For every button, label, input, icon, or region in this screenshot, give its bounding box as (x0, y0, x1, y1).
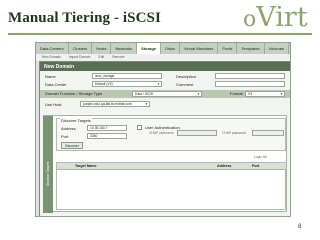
port-input[interactable]: 3260 (87, 133, 127, 139)
discover-targets-vtab[interactable]: Discover Targets (43, 116, 53, 213)
name-label: Name (45, 74, 56, 79)
tab-pools[interactable]: Pools (218, 43, 238, 54)
action-bar: New Domain Import Domain Edit Remove (36, 54, 290, 61)
description-label: Description (176, 74, 197, 79)
format-label: Format (230, 91, 243, 96)
new-domain-action[interactable]: New Domain (42, 54, 61, 61)
use-host-select[interactable]: purple-vds1.qa.lab.tlv.redhat.com ▼ (80, 101, 150, 107)
chap-username-label: CHAP username (149, 131, 174, 135)
address-input[interactable]: 10.35.160.7 (87, 125, 127, 131)
login-all-button[interactable]: Login All (254, 155, 266, 159)
dialog-title: New Domain (44, 63, 75, 70)
remove-action[interactable]: Remove (112, 54, 124, 61)
target-name-header: Target Name (75, 164, 97, 168)
chap-password-input[interactable] (252, 130, 284, 136)
page-number: 8 (298, 224, 302, 230)
slide-title: Manual Tiering - iSCSI (8, 10, 161, 26)
main-tabs: Data Centers Clusters Hosts Networks Sto… (36, 43, 290, 54)
tab-storage[interactable]: Storage (137, 43, 162, 54)
admin-portal-screenshot: Data Centers Clusters Hosts Networks Sto… (35, 42, 291, 217)
comment-label: Comment (176, 82, 194, 87)
port-header: Port (252, 164, 260, 168)
function-select[interactable]: Data / iSCSI ▼ (132, 91, 202, 97)
chevron-down-icon: ▼ (145, 102, 148, 106)
datacenter-select[interactable]: Default (V3) ▼ (92, 81, 162, 87)
chap-password-label: CHAP password (222, 131, 247, 135)
storage-connection-panel: Discover Targets Discover Targets Addres… (43, 115, 287, 213)
tab-clusters[interactable]: Clusters (69, 43, 93, 54)
format-select[interactable]: V3 ▼ (245, 91, 285, 97)
tab-disks[interactable]: Disks (161, 43, 180, 54)
port-label: Port (61, 134, 69, 139)
user-auth-label: User Authentication: (145, 125, 181, 130)
ovirt-logo: oVirt (243, 2, 308, 33)
discover-targets-group: Discover Targets Address 10.35.160.7 Por… (56, 118, 286, 151)
function-label: Domain Function / Storage Type (45, 91, 103, 96)
tab-networks[interactable]: Networks (111, 43, 138, 54)
name-input[interactable]: iscsi_storage (92, 73, 162, 79)
import-domain-action[interactable]: Import Domain (69, 54, 91, 61)
tab-data-centers[interactable]: Data Centers (36, 43, 69, 54)
comment-input[interactable] (215, 81, 285, 87)
user-auth-checkbox[interactable] (137, 125, 142, 130)
tab-volumes[interactable]: Volumes (265, 43, 289, 54)
chevron-down-icon: ▼ (197, 92, 200, 96)
tab-hosts[interactable]: Hosts (92, 43, 112, 54)
chevron-down-icon: ▼ (280, 92, 283, 96)
address-label: Address (61, 126, 76, 131)
tab-templates[interactable]: Templates (237, 43, 265, 54)
edit-action[interactable]: Edit (99, 54, 105, 61)
chap-username-input[interactable] (177, 130, 217, 136)
description-input[interactable] (215, 73, 285, 79)
slide: Manual Tiering - iSCSI oVirt Data Center… (0, 0, 320, 240)
discover-button[interactable]: Discover (61, 142, 83, 149)
address-header: Address (217, 164, 232, 168)
title-divider (8, 33, 312, 35)
datacenter-label: Data Center (45, 82, 67, 87)
dialog-header: New Domain (40, 62, 290, 71)
new-domain-dialog: New Domain Name iscsi_storage Descriptio… (39, 61, 290, 216)
targets-grid: Target Name Address Port (56, 162, 286, 210)
use-host-label: Use Host (45, 102, 62, 107)
discover-targets-label: Discover Targets (60, 118, 92, 123)
tab-virtual-machines[interactable]: Virtual Machines (180, 43, 219, 54)
chevron-down-icon: ▼ (157, 82, 160, 86)
targets-grid-header: Target Name Address Port (57, 163, 286, 170)
